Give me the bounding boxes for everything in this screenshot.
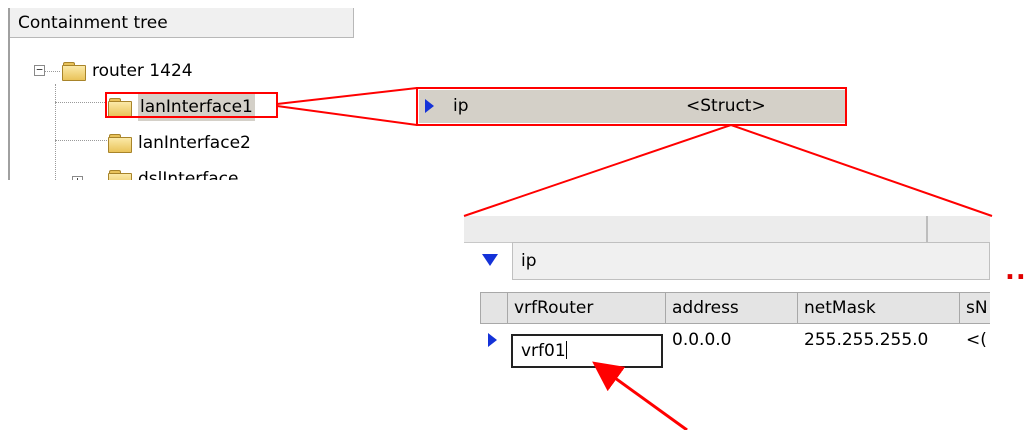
callout-box-struct [416, 87, 847, 126]
callout-line [276, 87, 418, 105]
callout-overlay [105, 87, 993, 430]
callout-line [463, 124, 732, 217]
callout-line [276, 105, 418, 126]
callout-box-node [105, 92, 278, 118]
callout-arrow [592, 361, 688, 430]
callout-line [730, 124, 993, 217]
